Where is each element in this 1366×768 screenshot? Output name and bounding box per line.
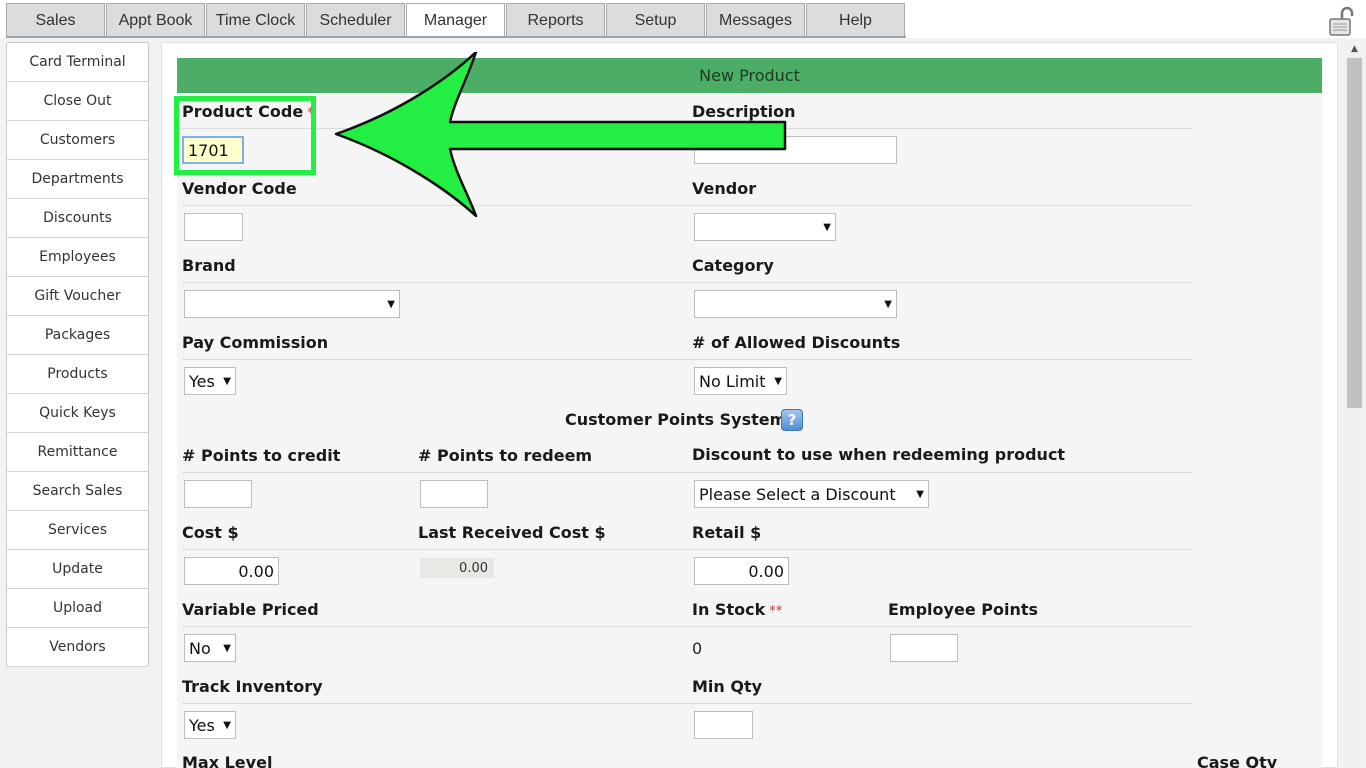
allowed-discounts-label: # of Allowed Discounts: [692, 333, 901, 352]
chevron-down-icon: ▼: [774, 375, 782, 387]
required-mark: **: [769, 604, 783, 619]
tab-time-clock[interactable]: Time Clock: [206, 3, 305, 37]
variable-priced-value: No: [189, 638, 211, 658]
pay-commission-select[interactable]: Yes ▼: [184, 367, 236, 395]
nav-underline: [6, 36, 906, 38]
sidebar-item-discounts[interactable]: Discounts: [7, 199, 148, 238]
track-inventory-select[interactable]: Yes ▼: [184, 711, 236, 739]
allowed-discounts-select[interactable]: No Limit ▼: [694, 367, 787, 395]
case-qty-label: Case Qty: [1197, 753, 1278, 768]
points-redeem-input[interactable]: [420, 480, 488, 508]
tab-sales[interactable]: Sales: [6, 3, 105, 37]
sidebar-item-products[interactable]: Products: [7, 355, 148, 394]
divider: [182, 549, 1192, 550]
points-credit-input[interactable]: [184, 480, 252, 508]
sidebar-item-quick-keys[interactable]: Quick Keys: [7, 394, 148, 433]
variable-priced-label: Variable Priced: [182, 600, 319, 619]
max-level-label: Max Level: [182, 753, 273, 768]
sidebar-item-services[interactable]: Services: [7, 511, 148, 550]
sidebar-item-upload[interactable]: Upload: [7, 589, 148, 628]
redeem-discount-select[interactable]: Please Select a Discount ▼: [694, 480, 929, 508]
vendor-code-label: Vendor Code: [182, 179, 297, 198]
cost-label: Cost $: [182, 523, 239, 542]
tab-scheduler[interactable]: Scheduler: [306, 3, 405, 37]
annotation-arrow-icon: [334, 52, 787, 218]
last-received-cost-label: Last Received Cost $: [418, 523, 606, 542]
last-received-cost-value: 0.00: [420, 558, 494, 578]
sidebar-item-card-terminal[interactable]: Card Terminal: [7, 43, 148, 82]
sidebar-item-search-sales[interactable]: Search Sales: [7, 472, 148, 511]
variable-priced-select[interactable]: No ▼: [184, 634, 236, 662]
employee-points-input[interactable]: [890, 634, 958, 662]
top-navigation: Sales Appt Book Time Clock Scheduler Man…: [0, 0, 1366, 38]
pay-commission-value: Yes: [189, 371, 215, 391]
category-select[interactable]: ▼: [694, 290, 897, 318]
divider: [182, 703, 1192, 704]
divider: [182, 472, 1192, 473]
redeem-discount-label: Discount to use when redeeming product: [692, 445, 1066, 464]
tab-reports[interactable]: Reports: [506, 3, 605, 37]
track-inventory-label: Track Inventory: [182, 677, 323, 696]
chevron-down-icon: ▼: [884, 298, 892, 310]
in-stock-label: In Stock **: [692, 600, 783, 619]
min-qty-label: Min Qty: [692, 677, 763, 696]
customer-points-title: Customer Points System: [565, 410, 787, 429]
scroll-up-arrow-icon[interactable]: ▲: [1345, 40, 1364, 57]
sidebar-item-vendors[interactable]: Vendors: [7, 628, 148, 667]
track-inventory-value: Yes: [189, 715, 215, 735]
sidebar-item-departments[interactable]: Departments: [7, 160, 148, 199]
min-qty-input[interactable]: [694, 711, 753, 739]
sidebar-item-remittance[interactable]: Remittance: [7, 433, 148, 472]
help-icon[interactable]: ?: [781, 409, 803, 431]
pay-commission-label: Pay Commission: [182, 333, 329, 352]
chevron-down-icon: ▼: [823, 221, 831, 233]
chevron-down-icon: ▼: [223, 642, 231, 654]
annotation-highlight-box: [174, 96, 316, 175]
chevron-down-icon: ▼: [223, 375, 231, 387]
sidebar-item-close-out[interactable]: Close Out: [7, 82, 148, 121]
divider: [182, 282, 1192, 283]
tab-appt-book[interactable]: Appt Book: [106, 3, 205, 37]
category-label: Category: [692, 256, 774, 275]
employee-points-label: Employee Points: [888, 600, 1038, 619]
sidebar: Card Terminal Close Out Customers Depart…: [6, 42, 149, 667]
retail-input[interactable]: 0.00: [694, 557, 789, 585]
in-stock-value: 0: [692, 639, 703, 658]
sidebar-item-packages[interactable]: Packages: [7, 316, 148, 355]
scrollbar-thumb[interactable]: [1347, 58, 1362, 408]
chevron-down-icon: ▼: [387, 298, 395, 310]
sidebar-item-update[interactable]: Update: [7, 550, 148, 589]
divider: [182, 359, 1192, 360]
cost-input[interactable]: 0.00: [184, 557, 279, 585]
sidebar-item-customers[interactable]: Customers: [7, 121, 148, 160]
vertical-scrollbar[interactable]: ▲: [1345, 40, 1364, 768]
points-credit-label: # Points to credit: [182, 446, 341, 465]
retail-label: Retail $: [692, 523, 762, 542]
brand-select[interactable]: ▼: [184, 290, 400, 318]
tab-help[interactable]: Help: [806, 3, 905, 37]
sidebar-item-gift-voucher[interactable]: Gift Voucher: [7, 277, 148, 316]
vendor-code-input[interactable]: [184, 213, 243, 241]
chevron-down-icon: ▼: [223, 719, 231, 731]
brand-label: Brand: [182, 256, 236, 275]
unlocked-padlock-icon[interactable]: [1328, 6, 1356, 36]
chevron-down-icon: ▼: [916, 488, 924, 500]
divider: [182, 626, 1192, 627]
sidebar-item-employees[interactable]: Employees: [7, 238, 148, 277]
tab-manager[interactable]: Manager: [406, 3, 505, 37]
redeem-discount-value: Please Select a Discount: [699, 484, 896, 504]
allowed-discounts-value: No Limit: [699, 371, 766, 391]
points-redeem-label: # Points to redeem: [418, 446, 593, 465]
tab-messages[interactable]: Messages: [706, 3, 805, 37]
tab-setup[interactable]: Setup: [606, 3, 705, 37]
